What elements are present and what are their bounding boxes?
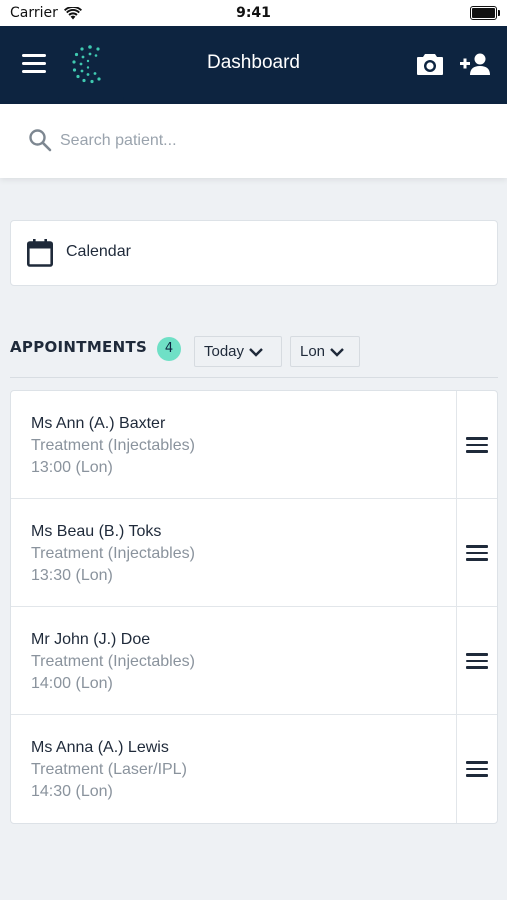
appointment-time: 14:30 (Lon) — [31, 783, 113, 800]
appointment-row[interactable]: Ms Anna (A.) Lewis Treatment (Laser/IPL)… — [11, 715, 497, 823]
add-user-icon[interactable] — [460, 52, 492, 76]
calendar-label: Calendar — [66, 243, 131, 260]
search-input[interactable] — [60, 126, 480, 156]
patient-name: Mr John (J.) Doe — [31, 631, 151, 648]
patient-name: Ms Ann (A.) Baxter — [31, 415, 166, 432]
row-menu-icon[interactable] — [456, 499, 497, 607]
day-filter-label: Today — [204, 343, 245, 360]
row-menu-icon[interactable] — [456, 715, 497, 823]
chevron-down-icon — [249, 347, 263, 357]
patient-name: Ms Anna (A.) Lewis — [31, 739, 169, 756]
search-icon — [29, 129, 52, 152]
location-filter-label: Lon — [300, 343, 326, 360]
appointment-time: 13:30 (Lon) — [31, 567, 113, 584]
day-filter-dropdown[interactable]: Today — [194, 336, 282, 367]
appointments-heading: APPOINTMENTS — [10, 338, 148, 356]
patient-name: Ms Beau (B.) Toks — [31, 523, 162, 540]
chevron-down-icon — [330, 347, 344, 357]
appointment-row[interactable]: Mr John (J.) Doe Treatment (Injectables)… — [11, 607, 497, 715]
row-menu-icon[interactable] — [456, 607, 497, 715]
camera-icon[interactable] — [416, 52, 444, 76]
appointment-row[interactable]: Ms Beau (B.) Toks Treatment (Injectables… — [11, 499, 497, 607]
calendar-icon — [27, 239, 53, 267]
status-time: 9:41 — [236, 5, 271, 21]
appointment-time: 14:00 (Lon) — [31, 675, 113, 692]
treatment-type: Treatment (Injectables) — [31, 437, 195, 454]
location-filter-dropdown[interactable]: Lon — [290, 336, 360, 367]
status-bar: Carrier 9:41 — [0, 0, 507, 26]
search-bar — [0, 104, 507, 178]
treatment-type: Treatment (Injectables) — [31, 545, 195, 562]
calendar-button[interactable]: Calendar — [10, 220, 498, 286]
appointments-list: Ms Ann (A.) Baxter Treatment (Injectable… — [10, 390, 498, 824]
appointment-time: 13:00 (Lon) — [31, 459, 113, 476]
divider — [10, 377, 498, 378]
treatment-type: Treatment (Injectables) — [31, 653, 195, 670]
appointment-row[interactable]: Ms Ann (A.) Baxter Treatment (Injectable… — [11, 391, 497, 499]
appointments-count-badge: 4 — [157, 337, 181, 361]
row-menu-icon[interactable] — [456, 391, 497, 499]
treatment-type: Treatment (Laser/IPL) — [31, 761, 187, 778]
battery-icon — [470, 6, 500, 20]
